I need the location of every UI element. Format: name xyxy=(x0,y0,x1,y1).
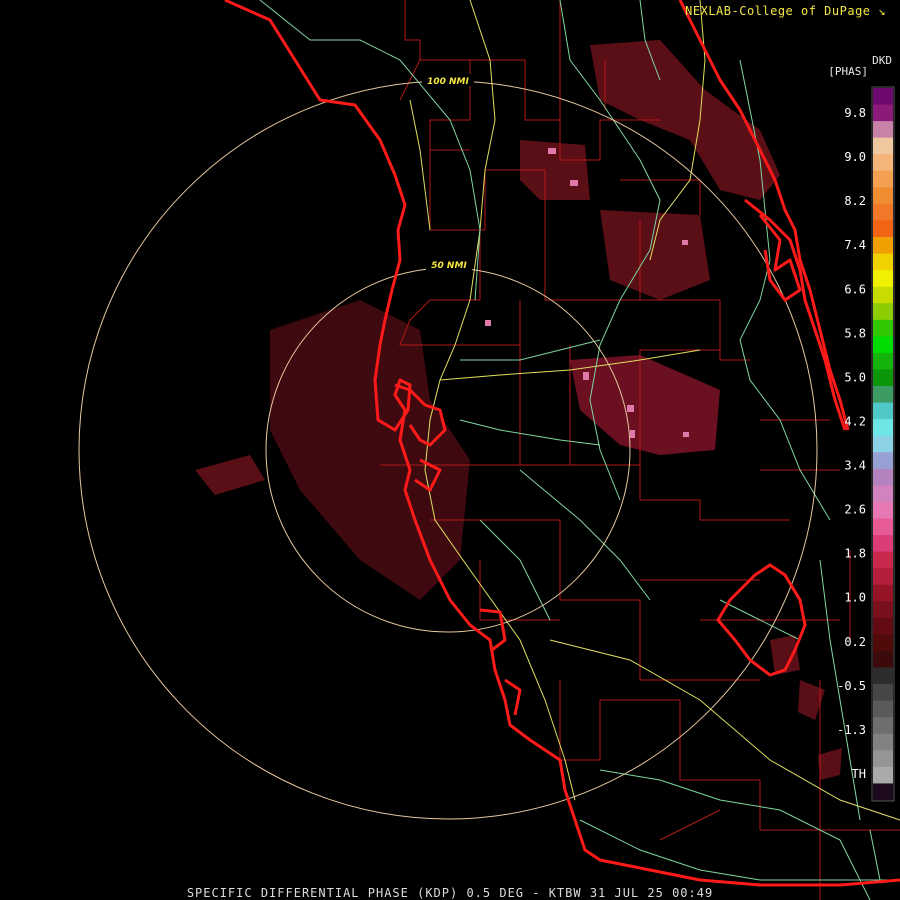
legend-tick-label: 1.0 xyxy=(844,591,866,605)
legend-swatch xyxy=(873,783,893,801)
legend-unit-top: DKD xyxy=(872,54,892,67)
legend-swatch xyxy=(873,766,893,784)
coastline-charlotte xyxy=(479,608,522,716)
legend-tick-label: -0.5 xyxy=(837,679,866,693)
corner-arrow-icon[interactable]: ↘ xyxy=(878,4,886,18)
echo-gulf-band xyxy=(195,455,265,495)
legend-tick-label: 9.8 xyxy=(844,106,866,120)
legend-swatch xyxy=(873,485,893,503)
legend-swatches xyxy=(873,88,893,801)
legend-tick-label: -1.3 xyxy=(837,723,866,737)
legend-swatch xyxy=(873,369,893,387)
legend-swatch xyxy=(873,584,893,602)
legend-swatch xyxy=(873,501,893,520)
legend-tick-label: 3.4 xyxy=(844,459,866,473)
legend-swatch xyxy=(873,551,893,569)
legend-swatch xyxy=(873,154,893,172)
legend-swatch xyxy=(873,319,893,337)
legend-swatch xyxy=(873,286,893,304)
legend-swatch xyxy=(873,700,893,718)
legend-swatch xyxy=(873,270,893,288)
credit-text: NEXLAB-College of DuPage xyxy=(685,4,871,18)
ring-label-50: 50 NMI xyxy=(431,261,467,271)
legend-tick-label: 6.6 xyxy=(844,282,866,296)
legend-tick-label: TH xyxy=(852,767,866,781)
legend-swatch xyxy=(873,88,893,106)
legend-tick-label: 7.4 xyxy=(844,238,866,252)
legend-swatch xyxy=(873,452,893,470)
legend-swatch xyxy=(873,137,893,155)
legend-swatch xyxy=(873,352,893,370)
legend-swatch xyxy=(873,617,893,635)
legend-tick-label: 5.8 xyxy=(844,326,866,340)
legend-tick-label: 0.2 xyxy=(844,635,866,649)
color-legend: 9.8 9.0 8.2 7.4 6.6 5.8 5.0 4.2 3.4 2.6 1.8 1.0 0.2 -… xyxy=(837,86,895,802)
legend-swatch xyxy=(873,336,893,354)
legend-tick-label: 4.2 xyxy=(844,415,866,429)
legend-tick-label: 5.0 xyxy=(844,370,866,384)
legend-ticks: 9.8 9.0 8.2 7.4 6.6 5.8 5.0 4.2 3.4 2.6 1.8 1.0 0.2 -… xyxy=(837,106,866,781)
legend-swatch xyxy=(873,170,893,188)
echo-southeast-2 xyxy=(798,680,825,720)
legend-swatch xyxy=(873,303,893,321)
ring-label-100: 100 NMI xyxy=(427,77,469,87)
legend-swatch xyxy=(873,187,893,205)
legend-tick-label: 8.2 xyxy=(844,194,866,208)
legend-swatch xyxy=(873,435,893,453)
legend-swatch xyxy=(873,717,893,735)
legend-unit-bottom: [PHAS] xyxy=(828,65,868,78)
credit: NEXLAB-College of DuPage ↘ xyxy=(685,4,886,18)
radar-viewer: 50 NMI 100 NMI 9.8 9.0 8.2 7.4 6.6 5.8 5.0 4.2 3… xyxy=(0,0,900,900)
echo-east-storm xyxy=(570,355,720,455)
legend-swatch xyxy=(873,601,893,619)
legend-swatch xyxy=(873,535,893,553)
radar-map[interactable]: 50 NMI 100 NMI 9.8 9.0 8.2 7.4 6.6 5.8 5.0 4.2 3… xyxy=(0,0,900,900)
legend-swatch xyxy=(873,518,893,536)
legend-swatch xyxy=(873,684,893,702)
legend-swatch xyxy=(873,667,893,685)
legend-swatch xyxy=(873,121,893,139)
legend-swatch xyxy=(873,253,893,271)
legend-swatch xyxy=(873,104,893,122)
legend-tick-label: 1.8 xyxy=(844,547,866,561)
legend-swatch xyxy=(873,237,893,255)
echo-southeast-3 xyxy=(818,748,842,780)
legend-swatch xyxy=(873,634,893,652)
legend-swatch xyxy=(873,733,893,751)
legend-swatch xyxy=(873,468,893,486)
legend-swatch xyxy=(873,386,893,404)
legend-swatch xyxy=(873,650,893,669)
legend-tick-label: 2.6 xyxy=(844,503,866,517)
legend-swatch xyxy=(873,402,893,420)
product-caption: SPECIFIC DIFFERENTIAL PHASE (KDP) 0.5 DE… xyxy=(186,886,714,900)
legend-swatch xyxy=(873,220,893,238)
legend-swatch xyxy=(873,203,893,221)
legend-tick-label: 9.0 xyxy=(844,150,866,164)
legend-swatch xyxy=(873,568,893,586)
legend-swatch xyxy=(873,419,893,437)
legend-swatch xyxy=(873,750,893,768)
